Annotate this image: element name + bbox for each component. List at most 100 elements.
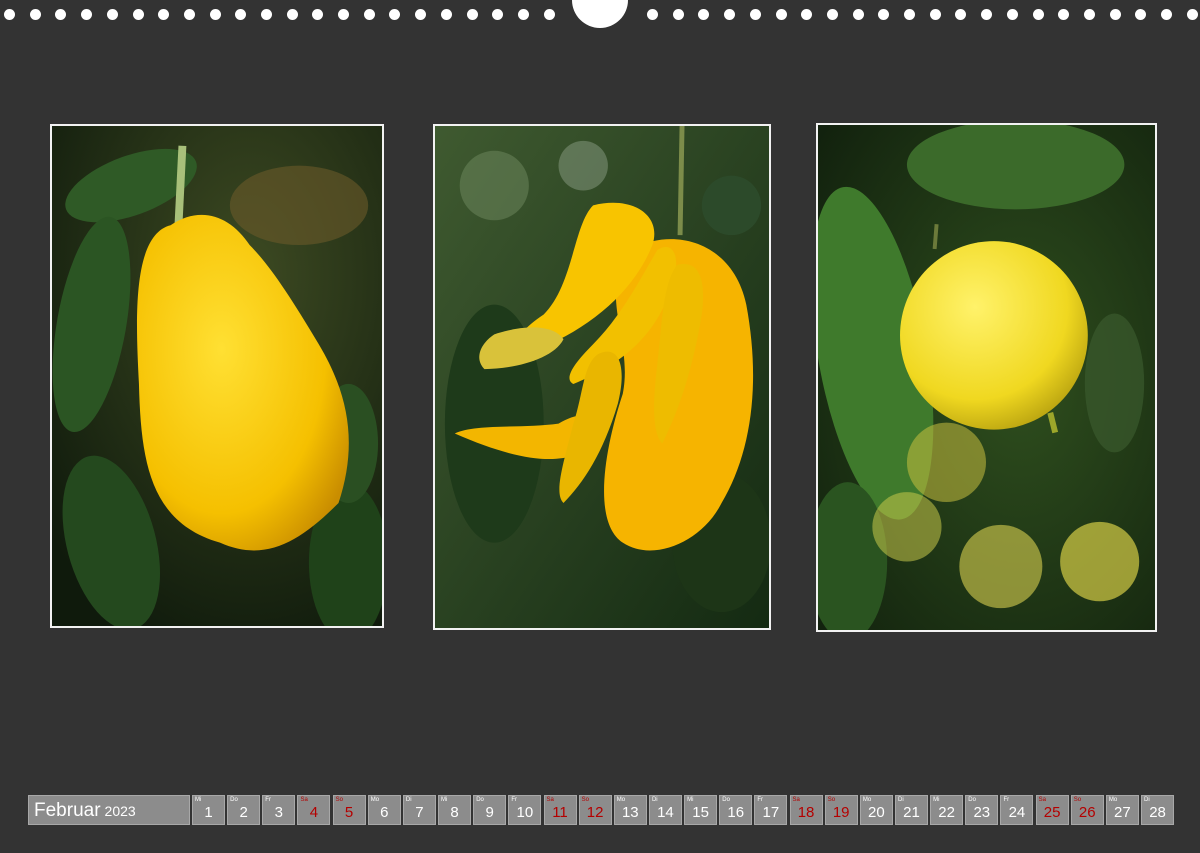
photo-buddhas-hand [433,124,771,630]
binding-hole [827,9,838,20]
binding-hole [312,9,323,20]
day-number: 18 [797,804,815,821]
day-cell: Mo 27 [1105,795,1139,825]
day-number: 27 [1114,804,1131,821]
day-cell: Mi 1 [192,795,225,825]
day-cell: Di 28 [1141,795,1175,825]
weekday-label: Mo [1108,797,1118,803]
binding-hole [1187,9,1198,20]
binding-hole [1135,9,1146,20]
day-cell: Do 16 [719,795,753,825]
weekday-label: Do [722,797,730,803]
photo-citron [50,124,384,628]
binding-hole [133,9,144,20]
weekday-label: Sa [1038,797,1046,803]
day-number: 19 [832,804,850,821]
binding-hole [1058,9,1069,20]
day-number: 28 [1149,804,1166,821]
buddhas-hand-image [435,126,769,628]
day-number: 17 [762,804,780,821]
weekday-label: Do [230,797,238,803]
day-cell: Do 9 [473,795,507,825]
binding-hole [518,9,529,20]
day-number: 14 [657,804,674,821]
day-number: 15 [692,804,709,821]
binding-hole [930,9,941,20]
binding-hole [338,9,349,20]
day-cell: Mi 8 [438,795,472,825]
day-number: 10 [516,804,534,821]
day-cell: So 26 [1070,795,1104,825]
weekday-label: Di [651,797,658,803]
weekday-label: Fr [511,797,518,803]
weekday-label: Mo [862,797,872,803]
binding-hole [776,9,787,20]
weekday-label: Sa [546,797,554,803]
binding-hole [1007,9,1018,20]
binding-hole [904,9,915,20]
day-cell: So 19 [824,795,858,825]
day-number: 8 [450,804,459,821]
weekday-label: Fr [1003,797,1010,803]
day-cell: Sa 18 [789,795,823,825]
weekday-label: Sa [792,797,800,803]
day-cell: So 5 [332,795,366,825]
weekday-label: Mi [441,797,448,803]
binding-hole [1033,9,1044,20]
weekday-label: So [581,797,589,803]
binding-hole [1161,9,1172,20]
day-cell: Mo 20 [859,795,893,825]
day-number: 21 [903,804,920,821]
binding-hole [801,9,812,20]
binding-hole [647,9,658,20]
binding-hole [107,9,118,20]
binding-hole [750,9,761,20]
binding-hole [467,9,478,20]
weekday-label: Di [898,797,904,803]
month-title: Februar 2023 [34,800,136,822]
day-cell: Sa 11 [543,795,577,825]
binding-hole [1084,9,1095,20]
day-number: 7 [415,804,424,821]
day-number: 5 [344,804,354,821]
binding-hole [389,9,400,20]
day-number: 3 [274,804,283,821]
day-number: 20 [868,804,885,821]
photo-lemon [816,123,1157,632]
day-number: 1 [204,804,213,821]
binding-hole [544,9,555,20]
day-cell: Di 7 [402,795,436,825]
binding-hole [492,9,503,20]
day-cell: Fr 10 [508,795,542,825]
weekday-label: So [1073,797,1082,803]
weekday-label: Fr [265,797,271,803]
binding-hole [853,9,864,20]
day-cell: Do 23 [965,795,999,825]
binding-hole [673,9,684,20]
binding-hole [698,9,709,20]
day-number: 16 [727,804,745,821]
day-number: 13 [621,804,639,821]
day-number: 24 [1008,804,1026,821]
day-cell: Sa 4 [297,795,331,825]
day-number: 23 [973,804,991,821]
weekday-label: Di [405,797,412,803]
day-number: 9 [485,804,494,821]
day-cell: Do 2 [227,795,261,825]
day-number: 2 [239,804,248,821]
day-cell: Di 14 [648,795,682,825]
day-number: 4 [309,804,319,821]
month-label-box: Februar 2023 [28,795,190,825]
weekday-label: Di [1144,797,1150,803]
day-number: 26 [1078,804,1096,821]
lemon-image [818,125,1155,630]
day-cell: Mo 13 [613,795,647,825]
day-number: 11 [552,804,568,821]
day-cell: Fr 3 [262,795,296,825]
day-number: 22 [938,804,955,821]
binding-hole [4,9,15,20]
binding-hole [30,9,41,20]
binding-hole [210,9,221,20]
binding-hole [878,9,889,20]
binding-hole [287,9,298,20]
